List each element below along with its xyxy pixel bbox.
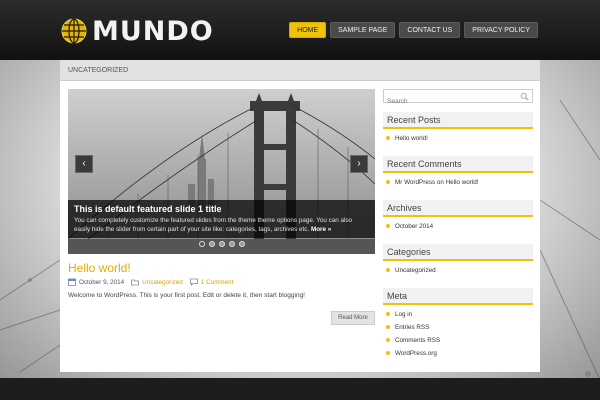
nav-contact-us[interactable]: Contact Us bbox=[399, 22, 461, 38]
search-icon[interactable] bbox=[520, 92, 529, 101]
slider-dot[interactable] bbox=[218, 241, 225, 247]
featured-slider: ‹ › This is default featured slide 1 tit… bbox=[68, 89, 375, 254]
search-box bbox=[383, 89, 533, 108]
bullet-icon bbox=[386, 224, 390, 228]
list-item[interactable]: October 2014 bbox=[386, 222, 533, 235]
site-logo[interactable]: MUNDO bbox=[60, 15, 214, 47]
comment-icon bbox=[189, 278, 198, 286]
content-wrapper: Uncategorized bbox=[60, 60, 540, 372]
bullet-icon bbox=[386, 268, 390, 272]
widget-title: Archives bbox=[383, 200, 533, 217]
post-title[interactable]: Hello world! bbox=[68, 261, 131, 275]
list-item-label: Mr WordPress on Hello world! bbox=[395, 179, 479, 186]
list-item-label: Log in bbox=[395, 311, 413, 318]
list-item[interactable]: Entries RSS bbox=[386, 323, 533, 336]
main-nav: Home Sample Page Contact Us Privacy Poli… bbox=[289, 22, 538, 38]
calendar-icon bbox=[68, 278, 76, 286]
widget-recent-comments: Recent Comments Mr WordPress on Hello wo… bbox=[383, 156, 533, 191]
post-excerpt: Welcome to WordPress. This is your first… bbox=[68, 292, 305, 299]
list-item[interactable]: WordPress.org bbox=[386, 349, 533, 362]
list-item[interactable]: Log in bbox=[386, 310, 533, 323]
widget-title: Categories bbox=[383, 244, 533, 261]
globe-icon bbox=[61, 18, 87, 44]
list-item-label: Entries RSS bbox=[395, 324, 430, 331]
list-item-label: Uncategorized bbox=[395, 267, 436, 274]
nav-privacy-policy[interactable]: Privacy Policy bbox=[464, 22, 538, 38]
bullet-icon bbox=[386, 136, 390, 140]
widget-recent-posts: Recent Posts Hello world! bbox=[383, 112, 533, 147]
folder-icon bbox=[131, 279, 140, 286]
logo-text: MUNDO bbox=[92, 15, 214, 47]
slider-next-button[interactable]: › bbox=[350, 155, 368, 173]
list-item[interactable]: Mr WordPress on Hello world! bbox=[386, 178, 533, 191]
slide-title: This is default featured slide 1 title bbox=[74, 204, 222, 214]
nav-home[interactable]: Home bbox=[289, 22, 327, 38]
widget-archives: Archives October 2014 bbox=[383, 200, 533, 235]
bullet-icon bbox=[386, 312, 390, 316]
list-item[interactable]: Uncategorized bbox=[386, 266, 533, 279]
site-footer bbox=[0, 378, 600, 400]
post-meta: October 9, 2014 Uncategorized 1 Comment bbox=[68, 277, 233, 287]
search-input[interactable] bbox=[384, 95, 514, 108]
site-header: MUNDO Home Sample Page Contact Us Privac… bbox=[0, 0, 600, 60]
post-category-link[interactable]: Uncategorized bbox=[142, 279, 183, 286]
bullet-icon bbox=[386, 351, 390, 355]
list-item-label: WordPress.org bbox=[395, 350, 437, 357]
slide-more-link[interactable]: More » bbox=[311, 226, 331, 233]
read-more-button[interactable]: Read More bbox=[331, 311, 375, 325]
nav-sample-page[interactable]: Sample Page bbox=[330, 22, 396, 38]
slider-dot[interactable] bbox=[228, 241, 235, 247]
post-comments-link[interactable]: 1 Comment bbox=[201, 279, 234, 286]
widget-title: Recent Posts bbox=[383, 112, 533, 129]
slider-dot[interactable] bbox=[208, 241, 215, 247]
breadcrumb: Uncategorized bbox=[60, 60, 540, 81]
slide-text: You can completely customize the feature… bbox=[74, 216, 369, 234]
widget-title: Meta bbox=[383, 288, 533, 305]
list-item-label: Comments RSS bbox=[395, 337, 441, 344]
post-date: October 9, 2014 bbox=[79, 278, 125, 286]
list-item-label: October 2014 bbox=[395, 223, 434, 230]
bullet-icon bbox=[386, 338, 390, 342]
widget-categories: Categories Uncategorized bbox=[383, 244, 533, 279]
slider-dot[interactable] bbox=[238, 241, 245, 247]
list-item-label: Hello world! bbox=[395, 135, 428, 142]
list-item[interactable]: Hello world! bbox=[386, 134, 533, 147]
sidebar: Recent Posts Hello world! Recent Comment… bbox=[383, 89, 533, 362]
slider-prev-button[interactable]: ‹ bbox=[75, 155, 93, 173]
bullet-icon bbox=[386, 180, 390, 184]
bullet-icon bbox=[386, 325, 390, 329]
slider-dot[interactable] bbox=[198, 241, 205, 247]
slider-dots bbox=[68, 241, 375, 247]
slide-caption: This is default featured slide 1 title Y… bbox=[68, 200, 375, 238]
list-item[interactable]: Comments RSS bbox=[386, 336, 533, 349]
widget-meta: Meta Log in Entries RSS Comments RSS Wor… bbox=[383, 288, 533, 362]
widget-title: Recent Comments bbox=[383, 156, 533, 173]
